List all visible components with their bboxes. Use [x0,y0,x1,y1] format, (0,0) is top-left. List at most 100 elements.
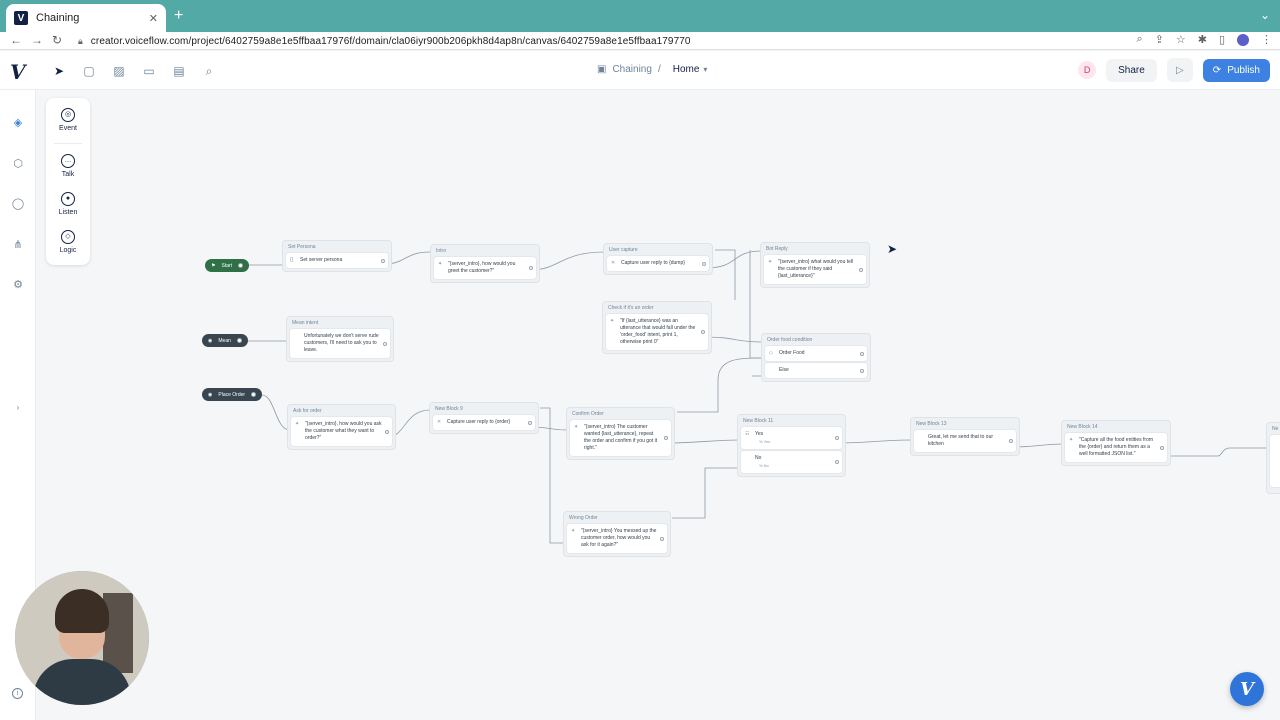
add-block-tool-icon[interactable]: ▢ [81,63,97,79]
block-new-block-11[interactable]: New Block 11 ☷ Yes % Yes No % No [737,414,846,477]
output-port[interactable] [660,536,664,541]
step-choice-no[interactable]: No % No [741,451,842,473]
start-pill[interactable]: ⚑ Start [205,259,250,272]
publish-button[interactable]: ⟳ Publish [1202,58,1270,82]
tab-close-icon[interactable]: ✕ [149,12,158,25]
connection-lines [246,249,1266,544]
block-check-order[interactable]: Check if it's an order ✦ "If {last_uttera… [602,301,712,354]
step-capture[interactable]: ✕ Capture user reply to {order} [433,415,535,430]
output-port[interactable] [251,392,257,397]
flow-canvas[interactable]: ⚑ Start ◉ Mean ◉ Place Order Set Persona… [36,90,1280,720]
output-port[interactable] [701,330,705,334]
step-ai-response[interactable]: ✦ "{server_intro} The customer wanted {la… [570,420,671,456]
breadcrumb-page[interactable]: Home [673,64,700,75]
block-mean-intent[interactable]: Mean intent Unfortunately we don't serve… [286,316,394,362]
step-ai-set[interactable]: ✦ "If {last_utterance} was an utterance t… [606,314,708,350]
step-ai-set[interactable]: ✦ "Capture all the food entities from the… [1065,433,1167,462]
extensions-puzzle-icon[interactable]: ✱ [1198,33,1207,46]
block-new-block-14[interactable]: New Block 14 ✦ "Capture all the food enti… [1061,420,1171,466]
reload-icon[interactable]: ↻ [52,33,62,47]
browser-profile-avatar[interactable] [1237,33,1249,46]
output-port[interactable] [385,429,389,434]
components-icon[interactable]: ⬡ [11,156,25,170]
palette-event[interactable]: ◎ Event [46,108,90,132]
block-ask-for-order[interactable]: Ask for order ✦ "{server_intro}, how woul… [287,404,396,450]
image-tool-icon[interactable]: ▨ [111,63,127,79]
new-tab-button[interactable]: + [174,7,183,25]
markup-tool-icon[interactable]: ▤ [171,63,187,79]
step-condition-path[interactable]: ◇ Order Food [765,346,867,361]
chevron-down-icon[interactable]: ▾ [703,65,707,74]
share-page-icon[interactable]: ⇪ [1155,33,1164,46]
url-field[interactable]: 🔒︎ creator.voiceflow.com/project/6402759… [78,33,691,49]
intent-pill-mean[interactable]: ◉ Mean [202,334,248,347]
block-new-block-13[interactable]: New Block 13 Great, let me send that to … [910,417,1020,456]
share-button[interactable]: Share [1106,58,1157,82]
breadcrumb-project[interactable]: Chaining [612,64,651,75]
palette-logic[interactable]: ◇ Logic [46,230,90,254]
back-arrow-icon[interactable]: ← [10,33,22,47]
run-prototype-button[interactable]: ▷ [1166,58,1193,82]
output-port[interactable] [702,261,706,266]
block-set-persona[interactable]: Set Persona {} Set server persona [282,240,392,272]
output-port[interactable] [860,351,864,356]
search-icon[interactable]: ⌕ [201,63,217,79]
condition-icon: ◇ [769,350,773,356]
output-port[interactable] [381,258,385,263]
output-port[interactable] [528,420,532,425]
layers-icon[interactable]: ◈ [11,115,25,129]
step-speak[interactable]: Great, let me send that to our kitchen [914,430,1016,452]
voiceflow-chat-button[interactable]: V [1230,672,1264,706]
pointer-tool-icon[interactable]: ➤ [51,63,67,79]
ai-icon: ✦ [1069,437,1074,443]
voiceflow-logo[interactable]: V [10,60,26,84]
step-ai-response[interactable]: ✦ "{server_intro}, how would you greet th… [434,257,536,279]
block-order-food-condition[interactable]: Order food condition ◇ Order Food Else [761,333,871,382]
step-speak[interactable]: Unfortunately we don't serve rude custom… [290,329,390,358]
bookmark-star-icon[interactable]: ☆ [1176,33,1186,46]
settings-gear-icon[interactable]: ⚙ [11,277,25,291]
output-port[interactable] [664,436,668,440]
block-confirm-order[interactable]: Confirm Order ✦ "{server_intro} The custo… [566,407,675,460]
browser-menu-icon[interactable]: ⋮ [1261,33,1272,46]
block-intro[interactable]: Intro ✦ "{server_intro}, how would you gr… [430,244,540,283]
output-port[interactable] [835,436,839,440]
output-port[interactable] [860,368,864,373]
step-ai-response[interactable]: ✦ "{server_intro}, how would you ask the … [291,417,392,446]
palette-talk[interactable]: … Talk [46,154,90,178]
step-set[interactable]: {} Set server persona [286,253,388,268]
block-user-capture[interactable]: User capture ✕ Capture user reply to {dum… [603,243,713,275]
step-ai-response[interactable]: ✦ "{server_intro} You messed up the custo… [567,524,667,553]
output-port[interactable] [859,267,863,272]
step-condition-else[interactable]: Else [765,363,867,378]
block-wrong-order[interactable]: Wrong Order ✦ "{server_intro} You messed … [563,511,671,557]
collaborator-avatar[interactable]: D [1078,61,1097,79]
tab-search-chevron-icon[interactable]: ⌄ [1260,8,1270,22]
block-partial-offscreen[interactable]: Ne [1266,422,1280,494]
output-port[interactable] [236,338,242,343]
forward-arrow-icon[interactable]: → [31,33,43,47]
step-choice-yes[interactable]: ☷ Yes % Yes [741,427,842,449]
integrations-icon[interactable]: ⋔ [11,237,25,251]
palette-listen[interactable]: ● Listen [46,192,90,216]
comment-tool-icon[interactable]: ▭ [141,63,157,79]
browser-tab[interactable]: V Chaining ✕ [6,4,166,32]
block-new-block-9[interactable]: New Block 9 ✕ Capture user reply to {orde… [429,402,539,434]
output-port[interactable] [1009,439,1013,443]
block-bot-reply[interactable]: Bot Reply ✦ "{server_intro} what would yo… [760,242,870,288]
zoom-icon[interactable]: ⌕ [1136,33,1142,46]
conversations-icon[interactable]: ◯ [11,196,25,210]
step-ai-response[interactable]: ✦ "{server_intro} what would you tell the… [764,255,866,284]
collapse-rail-icon[interactable]: › [11,400,25,414]
step-partial[interactable] [1270,435,1280,487]
output-port[interactable] [383,341,387,346]
intent-pill-place-order[interactable]: ◉ Place Order [202,388,263,401]
output-port[interactable] [1160,445,1164,450]
output-port[interactable] [238,263,244,268]
help-icon[interactable]: i [12,688,23,699]
sidebar-panel-icon[interactable]: ▯ [1219,33,1225,46]
step-capture[interactable]: ✕ Capture user reply to {dump} [607,256,709,271]
output-port[interactable] [835,460,839,464]
choice-intent: % No [759,463,769,468]
output-port[interactable] [529,266,533,270]
